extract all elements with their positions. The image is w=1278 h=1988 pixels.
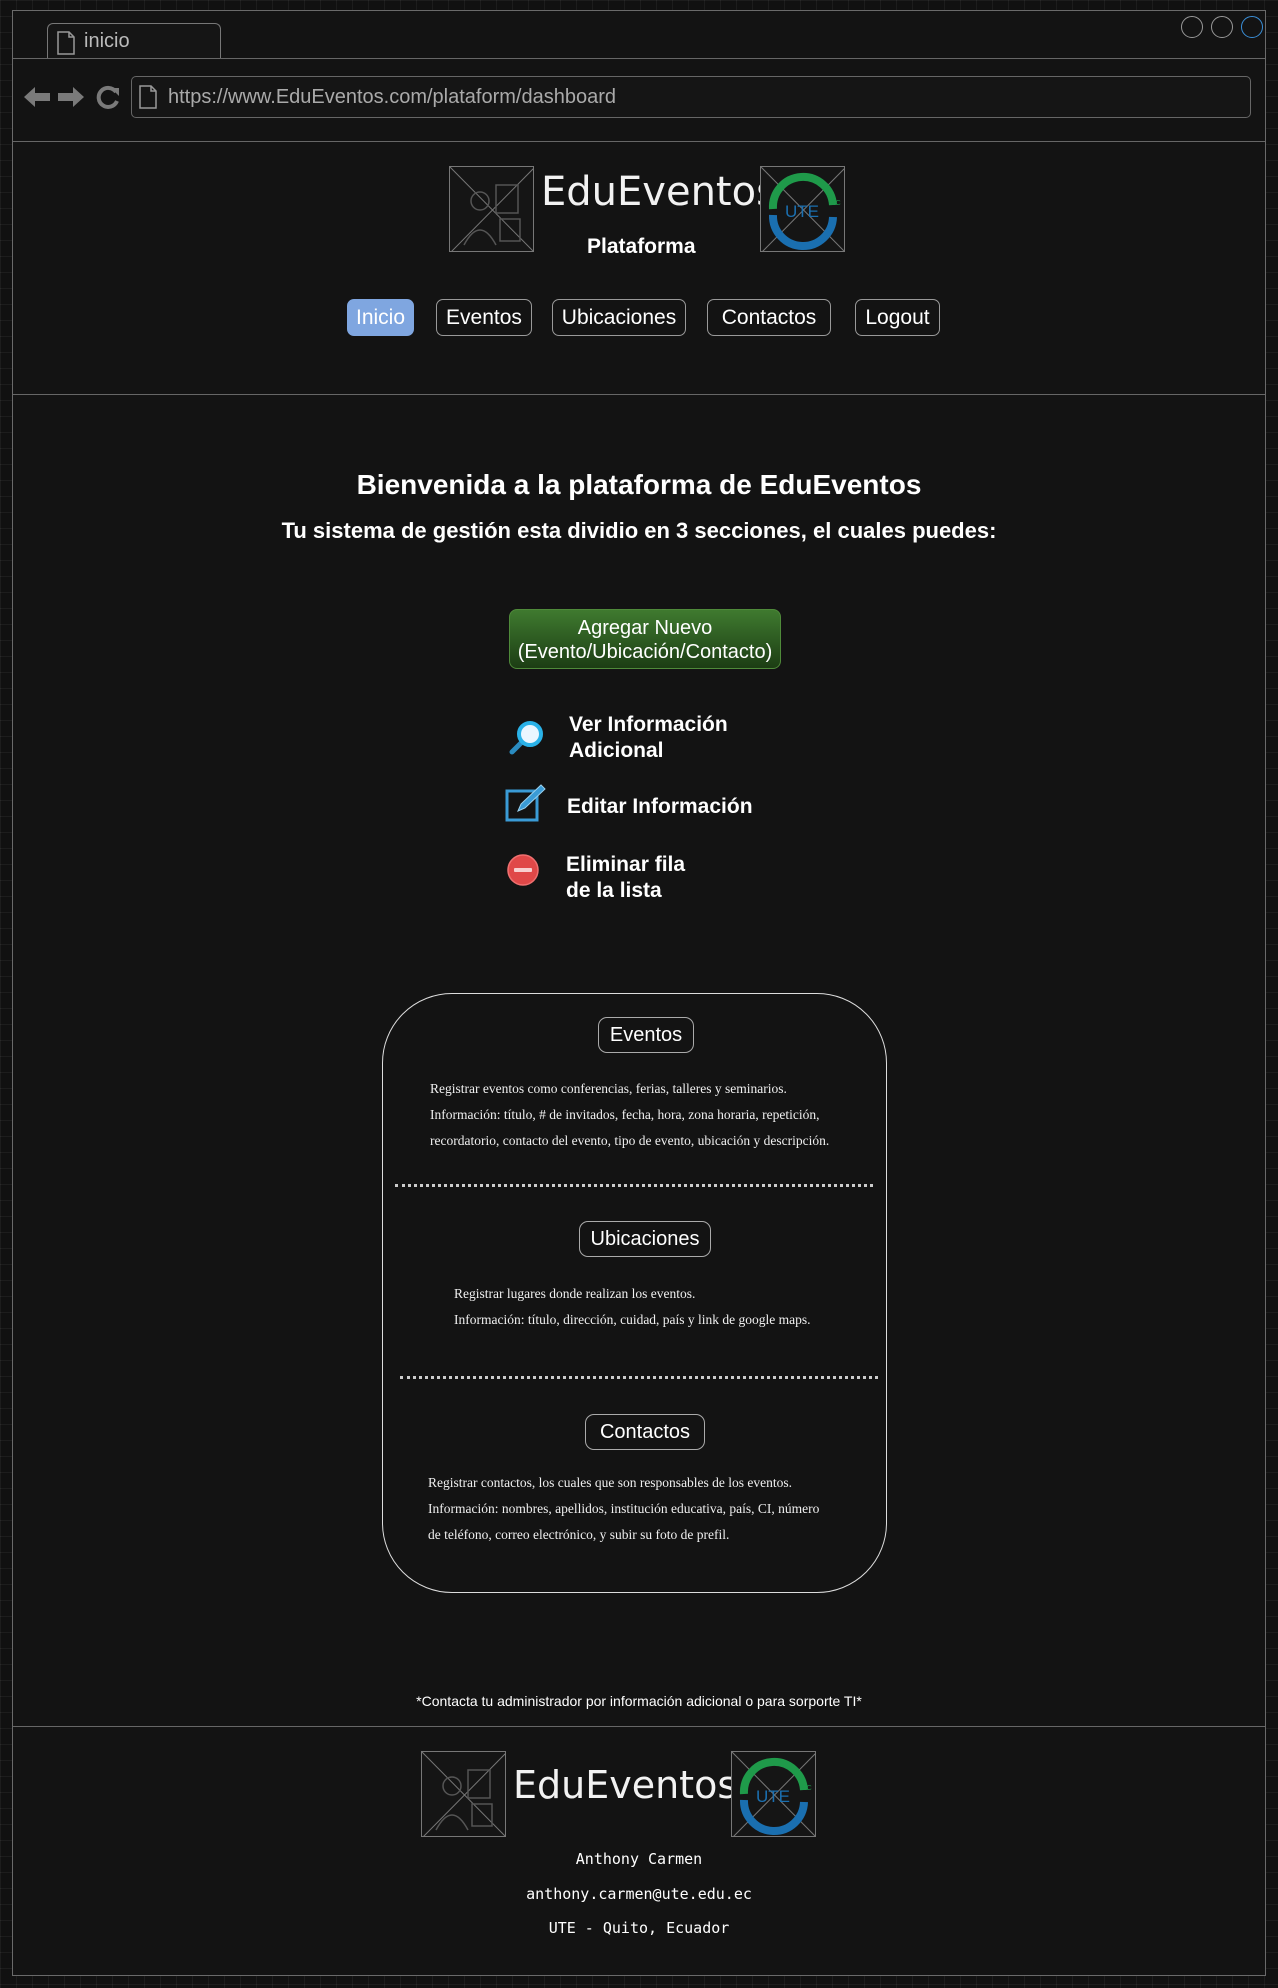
legend-delete-line2: de la lista xyxy=(566,879,662,902)
footer-name: Anthony Carmen xyxy=(575,1850,703,1868)
window-minimize-button[interactable] xyxy=(1181,16,1203,38)
footer-brand: EduEventos xyxy=(513,1763,738,1807)
page-icon xyxy=(139,85,157,109)
window-close-button[interactable] xyxy=(1241,16,1263,38)
legend-edit-text: Editar Información xyxy=(567,795,753,818)
section-ubicaciones-line: Registrar lugares donde realizan los eve… xyxy=(454,1286,696,1301)
image-placeholder-icon xyxy=(450,167,533,251)
browser-tab[interactable]: inicio xyxy=(47,23,221,59)
welcome-subtitle: Tu sistema de gestión esta dividio en 3 … xyxy=(281,518,997,543)
footer-email[interactable]: anthony.carmen@ute.edu.ec xyxy=(13,1885,1265,1903)
legend-delete-line1: Eliminar fila xyxy=(566,853,686,876)
section-ubicaciones-text: Registrar lugares donde realizan los eve… xyxy=(454,1281,811,1333)
section-eventos-line: Registrar eventos como conferencias, fer… xyxy=(430,1081,787,1096)
welcome-title: Bienvenida a la plataforma de EduEventos xyxy=(356,469,922,500)
browser-window: inicio https://www.EduEventos.com/plataf… xyxy=(12,10,1266,1976)
section-contactos-line: Información: nombres, apellidos, institu… xyxy=(428,1501,820,1516)
reload-icon[interactable] xyxy=(95,84,121,110)
section-eventos-line: recordatorio, contacto del evento, tipo … xyxy=(430,1133,830,1148)
add-new-line2: (Evento/Ubicación/Contacto) xyxy=(517,641,773,663)
legend-view-line1: Ver Información xyxy=(569,713,728,736)
tab-divider xyxy=(13,58,1265,59)
nav-inicio-button[interactable]: Inicio xyxy=(347,299,414,336)
section-eventos-title: Eventos xyxy=(598,1017,694,1053)
legend-delete-text: Eliminar fila de la lista xyxy=(566,852,685,904)
platform-subtitle: Plataforma xyxy=(587,235,696,258)
back-arrow-icon[interactable] xyxy=(23,85,51,109)
magnifier-icon xyxy=(509,721,543,755)
section-ubicaciones-title: Ubicaciones xyxy=(579,1221,711,1257)
header-divider xyxy=(13,394,1265,395)
tab-title: inicio xyxy=(84,30,130,52)
section-contactos-title: Contactos xyxy=(585,1414,705,1450)
edit-icon xyxy=(505,784,546,822)
section-divider xyxy=(400,1376,878,1379)
nav-contactos-button[interactable]: Contactos xyxy=(707,299,831,336)
section-contactos-text: Registrar contactos, los cuales que son … xyxy=(428,1470,819,1548)
section-divider xyxy=(395,1184,873,1187)
image-placeholder-icon xyxy=(422,1752,505,1836)
chrome-divider xyxy=(13,141,1265,142)
footer-event-logo-image xyxy=(421,1751,506,1837)
window-maximize-button[interactable] xyxy=(1211,16,1233,38)
legend-view-line2: Adicional xyxy=(569,739,664,762)
brand-title: EduEventos xyxy=(541,169,777,215)
delete-icon xyxy=(507,854,539,886)
svg-text:UTE: UTE xyxy=(756,1787,790,1806)
url-text: https://www.EduEventos.com/plataform/das… xyxy=(168,86,617,108)
footer-location: UTE - Quito, Ecuador xyxy=(548,1919,730,1937)
address-bar[interactable]: https://www.EduEventos.com/plataform/das… xyxy=(131,76,1251,118)
forward-arrow-icon[interactable] xyxy=(57,85,85,109)
svg-text:EC: EC xyxy=(831,200,841,207)
event-logo-image xyxy=(449,166,534,252)
support-note: *Contacta tu administrador por informaci… xyxy=(416,1693,862,1709)
section-contactos-line: Registrar contactos, los cuales que son … xyxy=(428,1475,793,1490)
section-ubicaciones-line: Información: título, dirección, cuidad, … xyxy=(454,1312,811,1327)
ute-logo-icon: UTE EC xyxy=(761,167,844,251)
nav-logout-button[interactable]: Logout xyxy=(855,299,940,336)
nav-eventos-button[interactable]: Eventos xyxy=(436,299,532,336)
add-new-button[interactable]: Agregar Nuevo (Evento/Ubicación/Contacto… xyxy=(509,609,781,669)
footer-divider xyxy=(13,1726,1265,1727)
add-new-line1: Agregar Nuevo xyxy=(577,617,713,639)
svg-text:UTE: UTE xyxy=(785,202,819,221)
nav-ubicaciones-button[interactable]: Ubicaciones xyxy=(552,299,686,336)
section-contactos-line: de teléfono, correo electrónico, y subir… xyxy=(428,1527,730,1542)
ute-logo-icon: UTE EC xyxy=(732,1752,815,1836)
footer-ute-logo-image: UTE EC xyxy=(731,1751,816,1837)
section-eventos-line: Información: título, # de invitados, fec… xyxy=(430,1107,820,1122)
ute-logo-image: UTE EC xyxy=(760,166,845,252)
legend-view-text: Ver Información Adicional xyxy=(569,712,728,764)
page-icon xyxy=(57,31,75,55)
section-eventos-text: Registrar eventos como conferencias, fer… xyxy=(430,1076,829,1154)
svg-text:EC: EC xyxy=(802,1785,812,1792)
